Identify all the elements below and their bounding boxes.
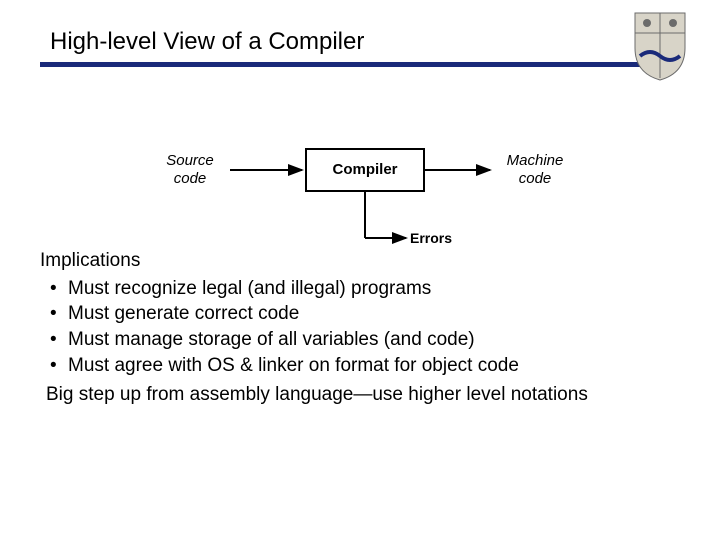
- title-underline: [40, 62, 680, 67]
- list-item: Must recognize legal (and illegal) progr…: [68, 276, 680, 302]
- list-item: Must generate correct code: [68, 301, 680, 327]
- bullet-list: Must recognize legal (and illegal) progr…: [40, 276, 680, 379]
- closing-line: Big step up from assembly language—use h…: [40, 382, 680, 408]
- source-code-label: Source code: [150, 152, 230, 188]
- errors-label: Errors: [410, 230, 452, 246]
- body-text: Implications Must recognize legal (and i…: [40, 248, 680, 408]
- compiler-box: Compiler: [305, 148, 425, 192]
- compiler-diagram: Source code Compiler Machine code Errors: [130, 140, 590, 260]
- machine-code-label: Machine code: [490, 152, 580, 188]
- crest-logo: [630, 8, 690, 83]
- implications-heading: Implications: [40, 248, 680, 274]
- list-item: Must agree with OS & linker on format fo…: [68, 353, 680, 379]
- list-item: Must manage storage of all variables (an…: [68, 327, 680, 353]
- slide: High-level View of a Compiler Sourc: [0, 0, 720, 540]
- page-title: High-level View of a Compiler: [50, 28, 364, 56]
